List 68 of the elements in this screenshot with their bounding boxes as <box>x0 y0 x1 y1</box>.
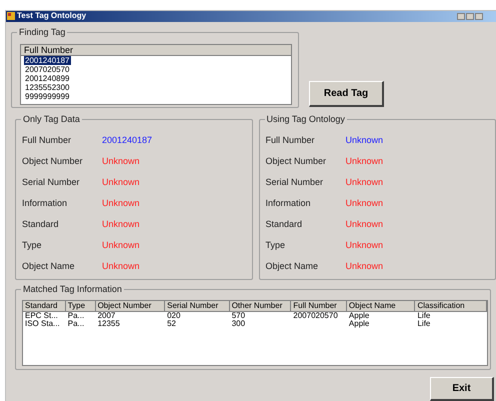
field-label: Information <box>266 196 312 210</box>
field-value: Unknown <box>102 196 140 210</box>
tag-list[interactable]: Full Number 2001240187 2007020570 2001240899 1235552300 9999999999 <box>20 44 292 105</box>
field-label: Object Name <box>22 260 76 273</box>
column-header[interactable]: Classification <box>415 300 487 311</box>
field-label: Object Name <box>266 260 320 273</box>
field-label: Type <box>22 238 43 252</box>
list-item[interactable]: 2001240899 <box>24 74 70 83</box>
field-value: Unknown <box>102 238 140 252</box>
column-header[interactable]: Type <box>66 300 96 311</box>
group-title: Only Tag Data <box>21 112 82 125</box>
column-header[interactable]: Standard <box>23 300 66 311</box>
table-cell-text: 570 <box>232 312 246 320</box>
read-tag-button[interactable]: Read Tag <box>309 80 384 107</box>
field-value: Unknown <box>346 196 384 210</box>
field-label: Full Number <box>266 134 316 147</box>
table-cell-text: 020 <box>167 312 182 320</box>
field-label: Type <box>266 238 286 252</box>
table-cell-text: Life <box>417 312 432 320</box>
field-label: Information <box>22 196 68 210</box>
field-value: Unknown <box>346 134 384 147</box>
table-cell-text: 300 <box>232 320 246 328</box>
column-header[interactable]: Object Number <box>96 300 166 311</box>
table-cell-text: EPC St... <box>25 312 59 320</box>
window-title: Test Tag Ontology <box>17 11 86 22</box>
table-cell-text: 52 <box>167 320 178 328</box>
column-header[interactable]: Full Number <box>21 44 291 56</box>
field-label: Serial Number <box>22 176 81 189</box>
field-value: Unknown <box>346 218 384 231</box>
table-cell-text: ISO Sta... <box>25 320 61 328</box>
field-label: Serial Number <box>266 176 324 189</box>
field-value: 2001240187 <box>102 134 152 147</box>
group-title: Using Tag Ontology <box>264 112 347 125</box>
list-item[interactable]: 9999999999 <box>24 92 70 101</box>
column-header[interactable]: Object Name <box>346 300 416 311</box>
column-header[interactable]: Full Number <box>291 300 347 311</box>
field-value: Unknown <box>346 154 384 168</box>
field-label: Full Number <box>22 134 72 147</box>
table-cell-text: 2007 <box>98 312 116 320</box>
field-value: Unknown <box>102 260 140 273</box>
field-value: Unknown <box>346 238 384 252</box>
field-label: Object Number <box>266 154 328 168</box>
column-header[interactable]: Serial Number <box>165 300 230 311</box>
minimize-button[interactable] <box>457 12 465 20</box>
exit-button[interactable]: Exit <box>430 377 494 401</box>
table-cell-text: Pa... <box>68 312 86 320</box>
close-button[interactable] <box>475 12 483 20</box>
field-label: Standard <box>22 218 60 231</box>
table-cell-text: 2007020570 <box>293 312 339 320</box>
field-label: Standard <box>266 218 304 231</box>
table-cell-text: Apple <box>348 320 370 328</box>
list-item[interactable]: 2007020570 <box>24 64 70 74</box>
table-cell-text: Pa... <box>68 320 86 328</box>
field-value: Unknown <box>102 154 140 168</box>
field-value: Unknown <box>102 176 140 189</box>
app-icon <box>7 12 15 20</box>
field-value: Unknown <box>346 176 384 189</box>
field-label: Object Number <box>22 154 84 168</box>
field-value: Unknown <box>346 260 384 273</box>
group-title: Matched Tag Information <box>21 282 124 295</box>
table-cell-text: Apple <box>348 312 370 320</box>
maximize-button[interactable] <box>466 12 474 20</box>
field-value: Unknown <box>102 218 140 231</box>
list-item[interactable]: 1235552300 <box>24 82 70 92</box>
group-title: Finding Tag <box>17 26 68 38</box>
table-cell-text: Life <box>417 320 432 328</box>
table-cell-text: 12355 <box>98 320 121 328</box>
column-header[interactable]: Other Number <box>230 300 292 311</box>
